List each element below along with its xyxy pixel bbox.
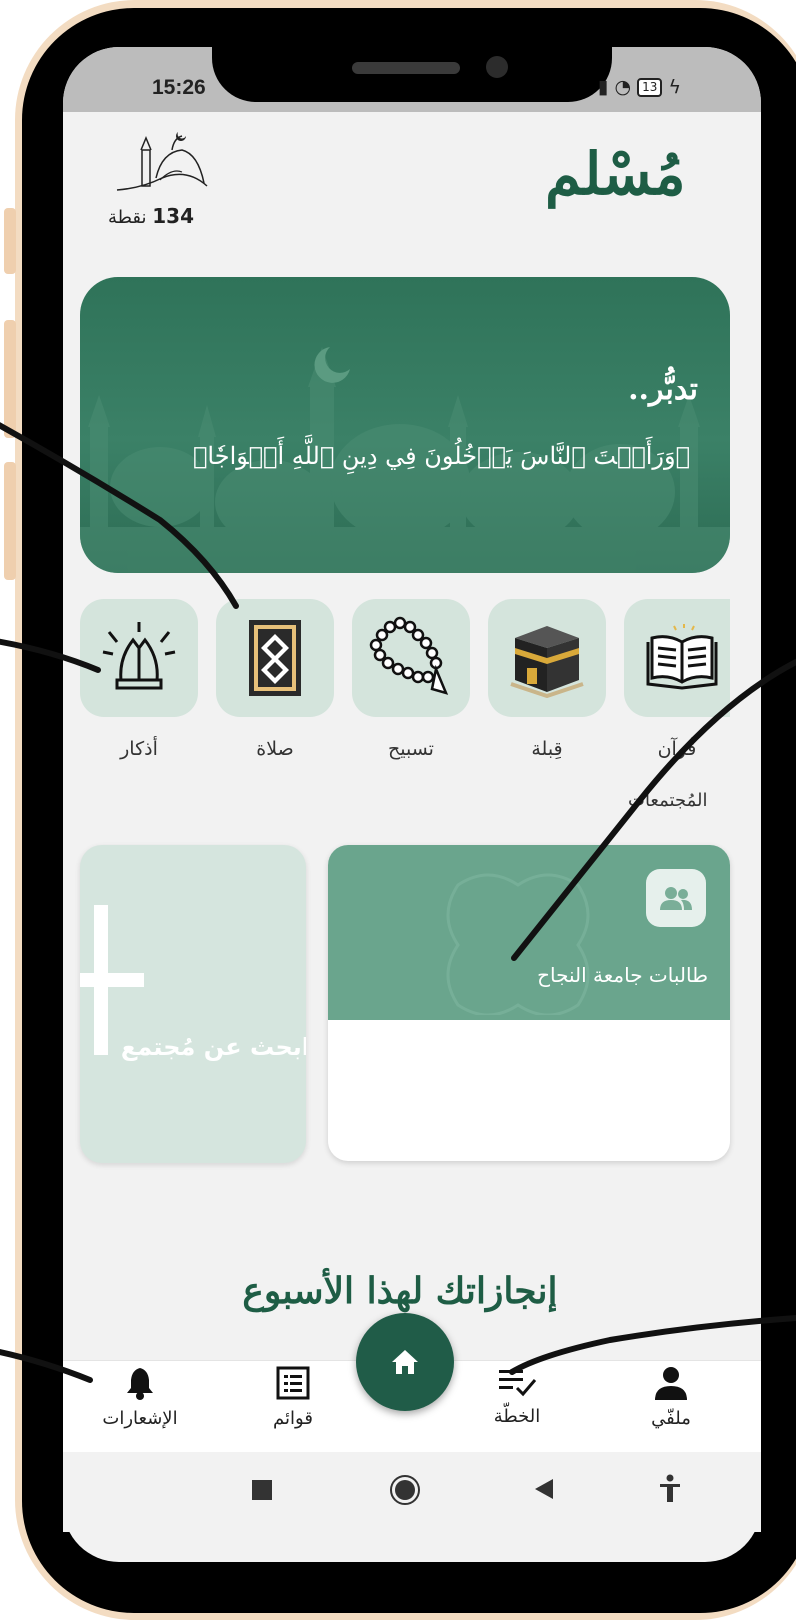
points-counter: 134 نقطة <box>108 204 194 228</box>
kaaba-icon <box>510 626 584 698</box>
quran-icon <box>646 624 718 690</box>
status-icons: ▮ ◔ 13 ϟ <box>598 76 681 98</box>
tile-tasbih[interactable] <box>352 599 470 717</box>
tile-label-tasbih: تسبيح <box>388 738 434 760</box>
prayer-beads-icon <box>369 616 449 695</box>
tile-qibla[interactable] <box>488 599 606 717</box>
battery-level: 13 <box>642 80 658 94</box>
bell-icon <box>127 1368 153 1400</box>
points-unit: نقطة <box>108 207 147 228</box>
tile-adhkar[interactable] <box>80 599 198 717</box>
nav-notifications[interactable]: الإشعارات <box>80 1366 200 1429</box>
banner-title: تدبُّر.. <box>628 372 698 407</box>
phone-speaker <box>352 62 460 74</box>
app-title: مُسْلم <box>545 140 686 208</box>
nav-profile-label: ملفّي <box>651 1408 691 1429</box>
phone-notch <box>212 20 612 102</box>
group-icon <box>660 887 692 910</box>
praying-hands-icon <box>102 622 176 690</box>
mosque-logo-icon <box>116 132 208 191</box>
nav-plan[interactable]: الخطّة <box>457 1366 577 1427</box>
back-button[interactable] <box>533 1477 555 1501</box>
accessibility-icon[interactable] <box>658 1474 682 1504</box>
tile-label-quran: قُرآن <box>657 738 697 760</box>
phone-side-button <box>4 208 16 274</box>
tile-prayer[interactable] <box>216 599 334 717</box>
charging-icon: ϟ <box>668 76 682 98</box>
community-card[interactable]: طالبات جامعة النجاح <box>328 845 730 1161</box>
tile-label-qibla: قِبلة <box>531 738 563 760</box>
signal-icon: ▮ <box>598 76 609 98</box>
tile-label-prayer: صلاة <box>256 738 294 760</box>
community-card-header: طالبات جامعة النجاح <box>328 845 730 1020</box>
checklist-icon <box>499 1370 537 1397</box>
search-community-card[interactable]: ابحث عن مُجتمع <box>80 845 306 1163</box>
nav-lists-label: قوائم <box>273 1408 313 1429</box>
list-icon <box>276 1366 310 1400</box>
points-value: 134 <box>152 204 195 228</box>
home-button[interactable] <box>356 1313 454 1411</box>
mosque-skyline-icon <box>80 347 730 573</box>
group-icon-box <box>646 869 706 927</box>
reflection-banner[interactable]: تدبُّر.. ﴿وَرَأَيۡتَ ٱلنَّاسَ يَدۡخُلُون… <box>80 277 730 573</box>
recents-button[interactable] <box>252 1480 272 1500</box>
tile-quran[interactable] <box>624 599 730 717</box>
phone-volume-down-button <box>4 462 16 580</box>
nav-profile[interactable]: ملفّي <box>611 1366 731 1429</box>
nav-lists[interactable]: قوائم <box>233 1366 353 1429</box>
communities-section-label: المُجتمعات <box>628 790 708 811</box>
nav-plan-label: الخطّة <box>493 1406 541 1427</box>
pattern-decoration <box>446 873 590 1015</box>
status-time: 15:26 <box>152 76 206 99</box>
person-icon <box>655 1367 687 1400</box>
prayer-rug-icon <box>249 620 301 696</box>
achievements-heading: إنجازاتك لهذا الأسبوع <box>242 1270 558 1312</box>
home-icon <box>392 1350 418 1374</box>
search-community-label: ابحث عن مُجتمع <box>120 1033 306 1061</box>
phone-volume-up-button <box>4 320 16 438</box>
nav-notifications-label: الإشعارات <box>102 1408 178 1429</box>
wifi-icon: ◔ <box>614 76 632 98</box>
home-circle-button[interactable] <box>389 1474 421 1506</box>
tile-label-adhkar: أذكار <box>120 738 158 760</box>
battery-icon: 13 <box>637 78 663 97</box>
community-name: طالبات جامعة النجاح <box>537 963 708 987</box>
phone-camera <box>486 56 508 78</box>
banner-verse: ﴿وَرَأَيۡتَ ٱلنَّاسَ يَدۡخُلُونَ فِي دِي… <box>193 442 690 470</box>
